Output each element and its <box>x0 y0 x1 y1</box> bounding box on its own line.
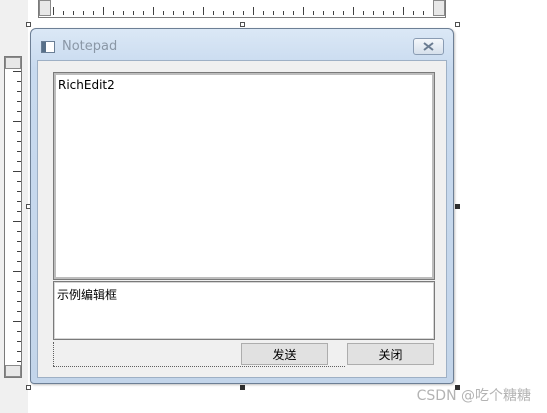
dialog-title: Notepad <box>62 39 118 54</box>
resize-handle-bottom-left[interactable] <box>26 385 31 390</box>
resize-handle-top-left[interactable] <box>26 22 31 27</box>
example-edit-text: 示例编辑框 <box>57 288 118 302</box>
resize-handle-bottom[interactable] <box>240 385 245 390</box>
focus-rect-left <box>53 342 54 366</box>
focus-rect-bottom <box>53 366 345 367</box>
dialog-client-area: RichEdit2 示例编辑框 发送 关闭 <box>37 60 447 378</box>
window-icon <box>41 41 55 53</box>
horizontal-ruler[interactable] <box>38 0 446 18</box>
title-close-button[interactable] <box>413 38 444 55</box>
richedit-text: RichEdit2 <box>58 78 115 92</box>
close-icon <box>423 42 434 51</box>
notepad-dialog[interactable]: Notepad RichEdit2 示例编辑框 发送 关闭 <box>30 28 454 384</box>
watermark: CSDN @吃个糖糖 <box>416 388 531 404</box>
close-button[interactable]: 关闭 <box>347 343 434 365</box>
resize-handle-top[interactable] <box>240 22 245 27</box>
ruler-bottom-end[interactable] <box>5 365 21 377</box>
ruler-right-end[interactable] <box>433 0 445 16</box>
resize-handle-top-right[interactable] <box>455 22 460 27</box>
ruler-top-end[interactable] <box>5 57 21 69</box>
ruler-left-end[interactable] <box>39 0 51 16</box>
ruler-ticks-vertical <box>13 71 21 363</box>
resize-handle-right[interactable] <box>455 204 460 209</box>
vertical-ruler[interactable] <box>4 56 22 378</box>
send-button[interactable]: 发送 <box>241 343 328 365</box>
richedit-control[interactable]: RichEdit2 <box>53 72 435 280</box>
example-edit-box[interactable]: 示例编辑框 <box>53 281 435 340</box>
ruler-ticks <box>53 7 431 15</box>
